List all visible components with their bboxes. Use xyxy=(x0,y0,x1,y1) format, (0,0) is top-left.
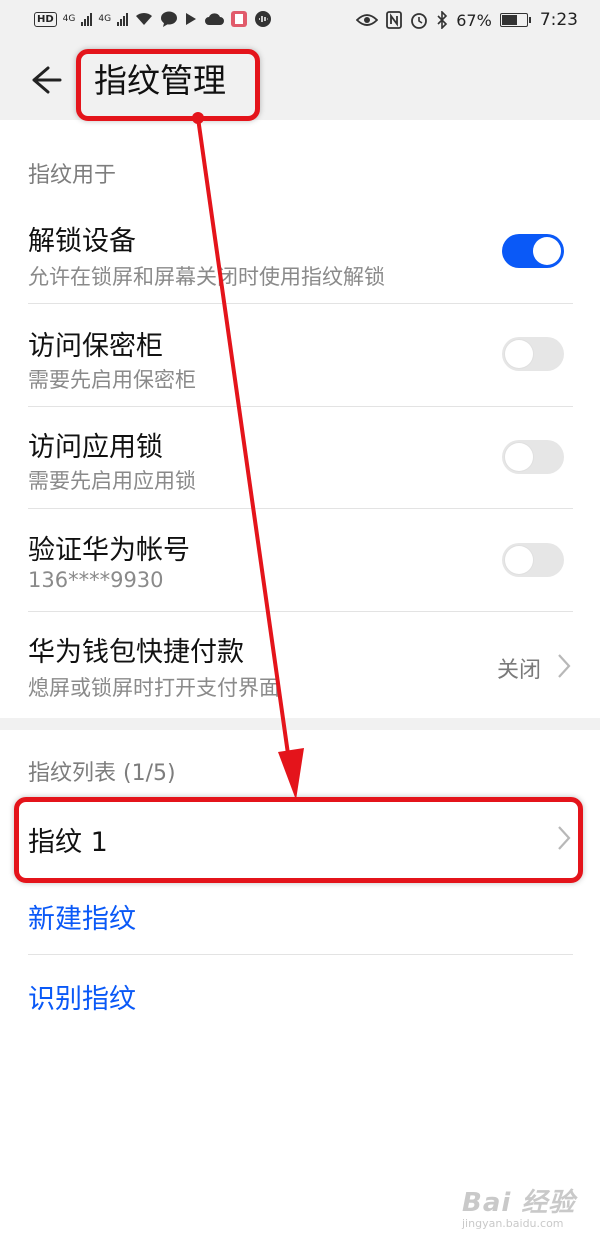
watermark-url: jingyan.baidu.com xyxy=(462,1217,564,1230)
annotation-arrow xyxy=(192,112,304,800)
watermark-logo: Bai 经验 xyxy=(462,1188,576,1218)
watermark: Bai 经验 jingyan.baidu.com xyxy=(462,1182,575,1230)
